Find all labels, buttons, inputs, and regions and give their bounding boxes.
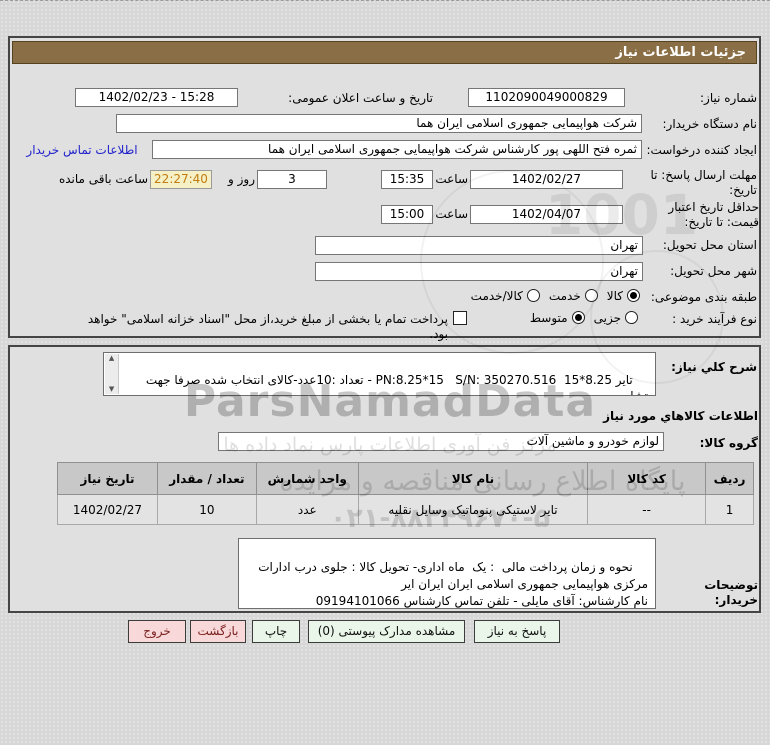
radio-option-label: کالا/خدمت bbox=[470, 288, 523, 303]
goods-group-field[interactable]: لوازم خودرو و ماشین آلات bbox=[218, 432, 664, 451]
announce-datetime-label: تاریخ و ساعت اعلان عمومی: bbox=[288, 91, 433, 105]
announce-datetime-field[interactable]: 1402/02/23 - 15:28 bbox=[75, 88, 238, 107]
cell-quantity: 10 bbox=[156, 494, 257, 525]
col-item-code: کد کالا bbox=[587, 462, 707, 495]
validity-time-field[interactable]: 15:00 bbox=[381, 205, 433, 224]
deadline-hour-label: ساعت bbox=[435, 172, 468, 186]
buyer-notes-text: نحوه و زمان پرداخت مالی : یک ماه اداری- … bbox=[258, 560, 648, 608]
radio-icon[interactable] bbox=[625, 311, 638, 324]
exit-button[interactable]: خروج bbox=[128, 620, 186, 643]
radio-option-service[interactable]: خدمت bbox=[549, 289, 598, 303]
scroll-up-icon[interactable]: ▲ bbox=[109, 354, 114, 363]
radio-option-label: جزیی bbox=[593, 310, 621, 325]
goods-group-label: گروه کالا: bbox=[699, 436, 758, 450]
radio-option-label: کالا bbox=[606, 288, 623, 303]
textarea-scrollbar[interactable]: ▲ ▼ bbox=[105, 354, 119, 394]
price-validity-label: حداقل تاریخ اعتبار قیمت: تا تاریخ: bbox=[668, 200, 759, 229]
need-number-label: شماره نیاز: bbox=[700, 91, 757, 105]
process-type-radio-group: جزیی متوسط bbox=[480, 310, 638, 325]
need-number-field[interactable]: 1102090049000829 bbox=[468, 88, 625, 107]
deadline-date-field[interactable]: 1402/02/27 bbox=[470, 170, 623, 189]
col-unit: واحد شمارش bbox=[255, 462, 359, 495]
inquiry-details-page: جزئیات اطلاعات نیاز شماره نیاز: 11020900… bbox=[0, 0, 770, 745]
col-row-number: ردیف bbox=[705, 462, 754, 495]
remaining-days-field[interactable]: 3 bbox=[257, 170, 327, 189]
back-button[interactable]: بازگشت bbox=[190, 620, 246, 643]
response-deadline-label: مهلت ارسال پاسخ: تا تاریخ: bbox=[650, 168, 757, 197]
goods-table-header-row: ردیف کد کالا نام کالا واحد شمارش تعداد /… bbox=[57, 462, 754, 495]
radio-option-medium[interactable]: متوسط bbox=[530, 311, 585, 325]
radio-option-goods[interactable]: کالا bbox=[607, 289, 640, 303]
radio-option-minor[interactable]: جزیی bbox=[594, 311, 638, 325]
request-creator-field[interactable]: ثمره فتح اللهی پور کارشناس شرکت هواپیمای… bbox=[152, 140, 642, 159]
cell-need-date: 1402/02/27 bbox=[57, 494, 158, 525]
radio-option-label: متوسط bbox=[529, 310, 568, 325]
col-quantity: تعداد / مقدار bbox=[156, 462, 257, 495]
delivery-province-label: استان محل تحویل: bbox=[662, 238, 757, 252]
treasury-payment-label: پرداخت تمام یا بخشی از مبلغ خرید،از محل … bbox=[87, 312, 448, 341]
radio-option-goods-service[interactable]: کالا/خدمت bbox=[471, 289, 540, 303]
buyer-contact-link[interactable]: اطلاعات تماس خریدار bbox=[16, 143, 148, 157]
request-creator-label: ایجاد کننده درخواست: bbox=[646, 143, 757, 157]
delivery-city-label: شهر محل تحویل: bbox=[670, 264, 757, 278]
radio-selected-icon[interactable] bbox=[627, 289, 640, 302]
scroll-down-icon[interactable]: ▼ bbox=[109, 385, 114, 394]
radio-selected-icon[interactable] bbox=[571, 311, 585, 324]
treasury-payment-checkbox[interactable] bbox=[453, 311, 467, 325]
cell-item-name: تایر لاستیکی پنوماتیک وسایل نقلیه bbox=[357, 494, 589, 525]
deadline-time-field[interactable]: 15:35 bbox=[381, 170, 433, 189]
view-attachments-button[interactable]: مشاهده مدارک پیوستی (0) bbox=[308, 620, 465, 643]
radio-icon[interactable] bbox=[526, 289, 540, 302]
validity-hour-label: ساعت bbox=[435, 207, 468, 221]
respond-to-need-button[interactable]: پاسخ به نیاز bbox=[474, 620, 560, 643]
cell-item-code: -- bbox=[587, 494, 707, 525]
delivery-city-field[interactable]: تهران bbox=[315, 262, 643, 281]
buyer-notes-label: توضیحات خریدار: bbox=[704, 578, 758, 607]
print-button[interactable]: چاپ bbox=[252, 620, 300, 643]
need-description-label: شرح کلي نياز: bbox=[671, 360, 757, 374]
need-description-textarea[interactable]: تایر 8.25*15 PN:8.25*15 S/N: 350270.516 … bbox=[103, 352, 656, 396]
buyer-org-field[interactable]: شرکت هواپیمایی جمهوری اسلامی ایران هما bbox=[116, 114, 642, 133]
classification-radio-group: کالا خدمت کالا/خدمت bbox=[418, 288, 640, 303]
goods-table-row: 1 -- تایر لاستیکی پنوماتیک وسایل نقلیه ع… bbox=[57, 494, 754, 525]
need-description-text: تایر 8.25*15 PN:8.25*15 S/N: 350270.516 … bbox=[145, 373, 648, 396]
process-type-label: نوع فرآیند خرید : bbox=[672, 312, 757, 326]
countdown-timer: 22:27:40 bbox=[150, 170, 212, 189]
page-title: جزئیات اطلاعات نیاز bbox=[12, 41, 757, 64]
validity-date-field[interactable]: 1402/04/07 bbox=[470, 205, 623, 224]
days-and-label: روز و bbox=[228, 172, 255, 186]
classification-label: طبقه بندی موضوعی: bbox=[650, 290, 757, 304]
cell-unit: عدد bbox=[255, 494, 359, 525]
goods-table: ردیف کد کالا نام کالا واحد شمارش تعداد /… bbox=[57, 462, 754, 525]
top-dashed-divider bbox=[0, 0, 770, 1]
radio-option-label: خدمت bbox=[548, 288, 581, 303]
delivery-province-field[interactable]: تهران bbox=[315, 236, 643, 255]
buyer-org-label: نام دستگاه خریدار: bbox=[662, 117, 758, 131]
radio-icon[interactable] bbox=[584, 289, 598, 302]
col-item-name: نام کالا bbox=[357, 462, 589, 495]
col-need-date: تاریخ نیاز bbox=[57, 462, 158, 495]
cell-row-number: 1 bbox=[705, 494, 754, 525]
goods-section-title: اطلاعات کالاهاي مورد نياز bbox=[603, 409, 758, 423]
hours-remaining-label: ساعت باقی مانده bbox=[58, 172, 148, 186]
buyer-notes-textarea[interactable]: نحوه و زمان پرداخت مالی : یک ماه اداری- … bbox=[238, 538, 656, 609]
